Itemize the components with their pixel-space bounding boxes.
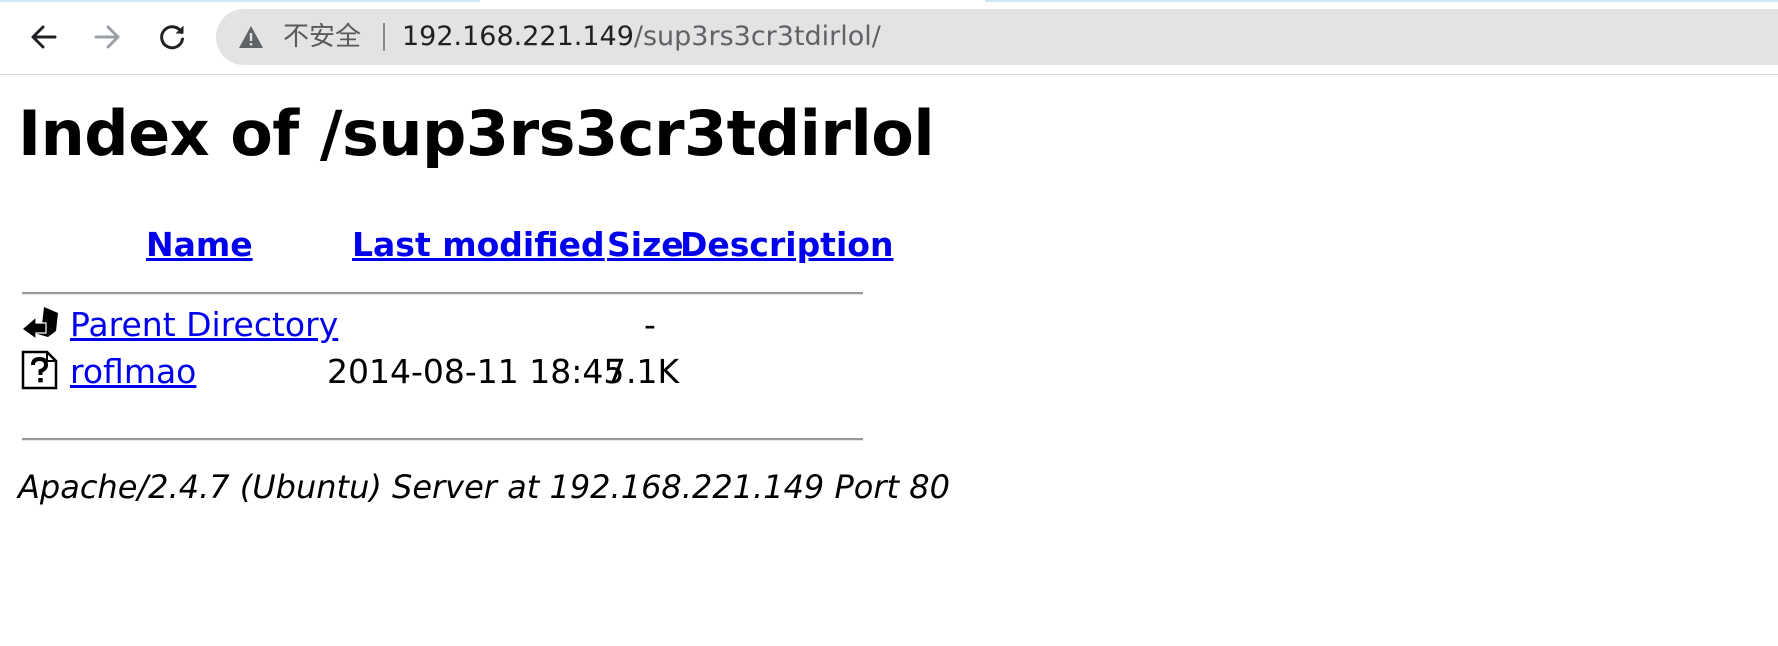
url-text[interactable]: 192.168.221.149/sup3rs3cr3tdirlol/ (402, 9, 881, 65)
footer-divider (22, 438, 863, 441)
address-bar[interactable]: 不安全 192.168.221.149/sup3rs3cr3tdirlol/ (216, 9, 1778, 65)
forward-button[interactable] (88, 17, 128, 57)
url-path: /sup3rs3cr3tdirlol/ (633, 21, 881, 52)
back-folder-icon (21, 307, 58, 341)
warning-triangle-icon[interactable] (238, 25, 264, 49)
loading-indicator-tail (985, 0, 1778, 2)
server-signature: Apache/2.4.7 (Ubuntu) Server at 192.168.… (18, 468, 950, 506)
back-button[interactable] (23, 17, 63, 57)
row-name-link[interactable]: Parent Directory (70, 305, 338, 344)
arrow-left-icon (31, 25, 57, 49)
url-host: 192.168.221.149 (402, 21, 634, 52)
loading-indicator (0, 0, 480, 2)
arrow-right-icon (94, 25, 120, 49)
reload-button[interactable] (152, 17, 192, 57)
column-header-name[interactable]: Name (146, 225, 253, 264)
browser-toolbar: 不安全 192.168.221.149/sup3rs3cr3tdirlol/ (0, 0, 1778, 75)
row-size: 7.1K (605, 352, 680, 391)
row-last-modified: 2014-08-11 18:45 (327, 352, 625, 391)
row-size: - (644, 305, 656, 344)
address-bar-divider (383, 23, 385, 51)
column-header-description[interactable]: Description (680, 225, 893, 264)
page-title: Index of /sup3rs3cr3tdirlol (18, 97, 935, 170)
row-name-link[interactable]: roflmao (70, 352, 196, 391)
security-status-label[interactable]: 不安全 (283, 9, 361, 65)
column-header-size[interactable]: Size (607, 225, 684, 264)
column-header-last-modified[interactable]: Last modified (352, 225, 605, 264)
reload-icon (160, 25, 184, 50)
header-divider (22, 292, 863, 295)
unknown-file-icon (21, 350, 58, 390)
